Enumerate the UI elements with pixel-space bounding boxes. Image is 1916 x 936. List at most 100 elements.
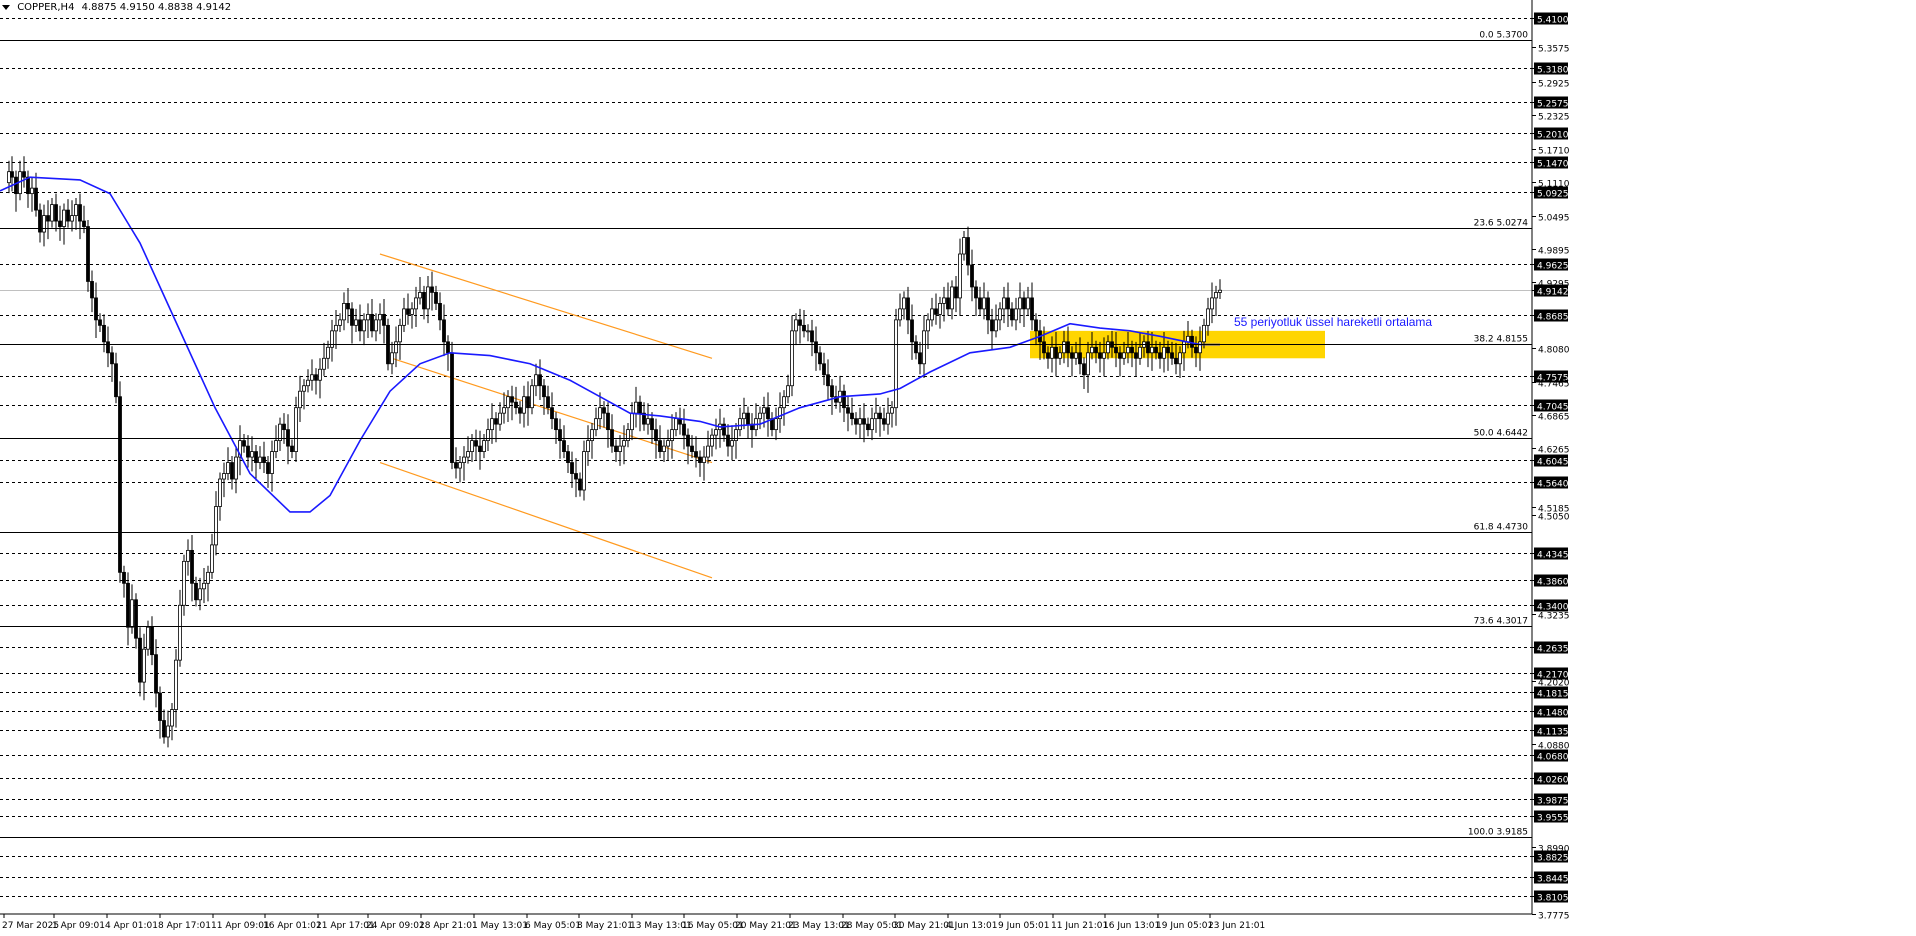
- time-label: 24 Apr 09:01: [366, 921, 425, 931]
- candle-body: [110, 352, 114, 365]
- candle-body: [934, 308, 938, 315]
- candle-body: [1206, 308, 1210, 326]
- candle-body: [1066, 341, 1070, 354]
- candle-body: [1114, 346, 1118, 354]
- candle-body: [634, 401, 638, 414]
- candle-body: [1042, 341, 1046, 354]
- candle-body: [674, 418, 678, 431]
- candle-body: [798, 319, 802, 326]
- candle-body: [586, 440, 590, 452]
- candle-body: [1214, 292, 1218, 299]
- candle-body: [1138, 346, 1142, 359]
- candle-body: [46, 215, 50, 222]
- price-label: 4.9625: [1537, 262, 1569, 272]
- candle-body: [1014, 308, 1018, 321]
- candle-body: [334, 324, 338, 332]
- candle-body: [1002, 297, 1006, 310]
- candle-body: [1078, 352, 1082, 365]
- candle-body: [970, 264, 974, 288]
- candle-body: [906, 297, 910, 321]
- candle-body: [434, 292, 438, 304]
- time-label: 6 May 05:01: [525, 921, 581, 931]
- price-label: 4.5050: [1538, 513, 1570, 523]
- candle-body: [518, 407, 522, 414]
- candle-body: [406, 308, 410, 315]
- time-axis[interactable]: 27 Mar 20251 Apr 09:01 4 Apr 01:01 8 Apr 1…: [2, 914, 1265, 931]
- candle-body: [902, 297, 906, 310]
- candle-body: [178, 604, 182, 661]
- candle-body: [150, 626, 154, 656]
- candle-body: [14, 176, 18, 195]
- fib-level-label: 61.8 4.4730: [1474, 523, 1529, 533]
- candle-body: [594, 418, 598, 431]
- candle-body: [478, 445, 482, 452]
- price-label: 5.4100: [1537, 16, 1569, 26]
- price-label: 4.1815: [1537, 690, 1569, 700]
- candle-body: [222, 473, 226, 480]
- price-chart[interactable]: 0.0 5.3700 23.6 5.0274 38.2 4.8155 50.0 4.6…: [0, 0, 1916, 936]
- candle-body: [1190, 335, 1194, 348]
- candle-body: [830, 385, 834, 398]
- candle-body: [182, 560, 186, 606]
- time-label: 8 Apr 17:01: [158, 921, 211, 931]
- candle-body: [1122, 352, 1126, 359]
- candle-body: [730, 440, 734, 447]
- candle-body: [702, 456, 706, 463]
- candle-body: [502, 407, 506, 414]
- price-label: 5.1470: [1537, 160, 1569, 170]
- candles: [7, 156, 1222, 748]
- candle-body: [498, 412, 502, 425]
- candle-body: [122, 571, 126, 584]
- candle-body: [550, 407, 554, 420]
- candle-body: [194, 582, 198, 601]
- symbol-header[interactable]: COPPER,H4 4.8875 4.9150 4.8838 4.9142: [2, 2, 231, 13]
- candle-body: [622, 440, 626, 447]
- candle-body: [42, 215, 46, 233]
- candle-body: [786, 385, 790, 398]
- candle-body: [206, 571, 210, 584]
- candle-body: [710, 434, 714, 447]
- candle-body: [1170, 352, 1174, 359]
- price-label: 4.7465: [1538, 380, 1570, 390]
- candle-body: [758, 412, 762, 420]
- time-label: 1 Apr 09:01: [52, 921, 105, 931]
- candle-body: [326, 346, 330, 359]
- candle-body: [90, 281, 94, 299]
- candle-body: [890, 407, 894, 414]
- time-label: 4 Apr 01:01: [105, 921, 158, 931]
- candle-body: [534, 374, 538, 387]
- price-label: 4.6045: [1537, 458, 1569, 468]
- candle-body: [114, 363, 118, 398]
- candle-body: [490, 418, 494, 431]
- candle-body: [254, 451, 258, 463]
- dropdown-triangle-icon[interactable]: [2, 4, 10, 10]
- candle-body: [582, 451, 586, 491]
- candle-body: [158, 692, 162, 721]
- candle-body: [162, 720, 166, 738]
- candle-body: [1098, 352, 1102, 359]
- candle-body: [398, 324, 402, 343]
- candle-body: [1162, 346, 1166, 359]
- candle-body: [466, 451, 470, 458]
- candle-body: [1058, 352, 1062, 359]
- price-label: 5.2575: [1537, 100, 1569, 110]
- candle-body: [630, 412, 634, 431]
- candle-body: [510, 396, 514, 403]
- candle-body: [894, 319, 898, 409]
- candle-body: [930, 308, 934, 321]
- price-label: 4.8685: [1537, 313, 1569, 323]
- candle-body: [138, 637, 142, 683]
- candle-body: [230, 462, 234, 480]
- candle-body: [270, 451, 274, 474]
- candle-body: [610, 429, 614, 447]
- candle-body: [862, 418, 866, 425]
- candle-body: [170, 709, 174, 727]
- time-label: 1 May 13:01: [472, 921, 528, 931]
- time-label: 16 Jun 13:01: [1103, 921, 1160, 931]
- candle-body: [134, 599, 138, 639]
- candle-body: [94, 297, 98, 321]
- candle-body: [274, 440, 278, 452]
- fib-level-label: 100.0 3.9185: [1468, 828, 1528, 838]
- candle-body: [1082, 363, 1086, 376]
- candle-body: [850, 412, 854, 420]
